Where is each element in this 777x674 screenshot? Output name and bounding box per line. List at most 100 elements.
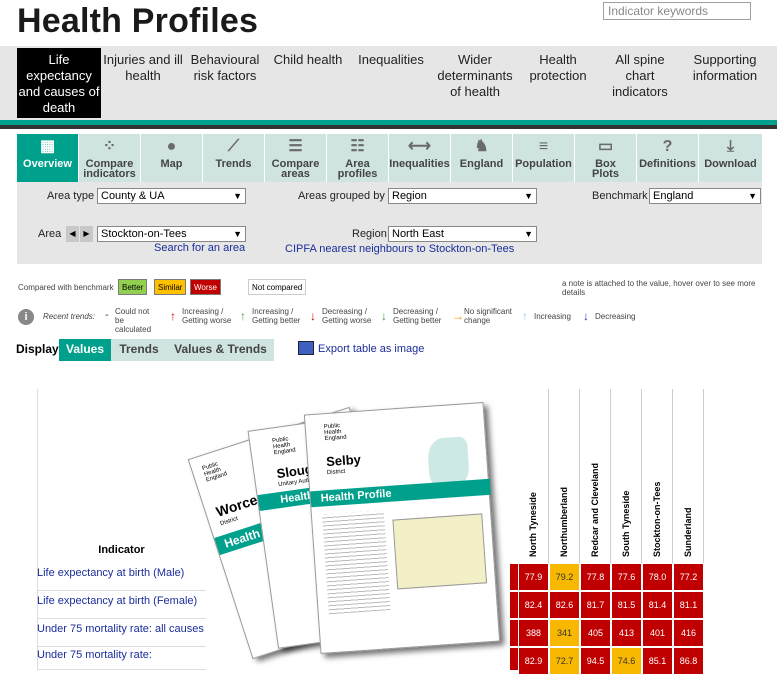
question-icon: ? <box>662 138 673 155</box>
value-cell[interactable]: 405 <box>581 620 610 646</box>
value-cell[interactable]: 81.4 <box>643 592 672 618</box>
value-cell[interactable]: 413 <box>612 620 641 646</box>
area-column-label: Sunderland <box>683 507 693 557</box>
value-cell[interactable]: 77.9 <box>519 564 548 590</box>
indicator-search-input[interactable]: Indicator keywords <box>603 2 751 20</box>
display-label: Display <box>16 342 59 356</box>
nav-item-child-health[interactable]: Child health <box>267 52 349 68</box>
table-row[interactable]: Under 75 mortality rate: all causes <box>37 619 206 647</box>
value-cell[interactable]: 388 <box>519 620 548 646</box>
tab-inequalities[interactable]: ⟷ Inequalities <box>389 134 450 182</box>
image-icon[interactable] <box>298 341 314 355</box>
value-cell[interactable]: 74.6 <box>612 648 641 674</box>
trend-legend-item: ↓ Decreasing / Getting worse <box>310 307 372 325</box>
note-legend: a note is attached to the value, hover o… <box>562 279 756 297</box>
arrow-down-green-icon: ↓ <box>381 309 387 323</box>
area-column-label: Northumberland <box>559 486 569 557</box>
area-column-header[interactable]: South Tyneside <box>611 389 642 563</box>
england-icon: ♞ <box>474 138 489 155</box>
table-row[interactable]: Life expectancy at birth (Female) <box>37 591 206 619</box>
display-trends-button[interactable]: Trends <box>111 339 167 361</box>
table-row[interactable]: Life expectancy at birth (Male) <box>37 563 206 591</box>
benchmark-select[interactable]: England ▼ <box>649 188 761 204</box>
header: Health Profiles Indicator keywords <box>0 0 777 46</box>
tab-trends[interactable]: ⟋ Trends <box>203 134 264 182</box>
tab-area-profiles[interactable]: ☷ Area profiles <box>327 134 388 182</box>
nav-item-inequalities[interactable]: Inequalities <box>352 52 430 68</box>
area-column-header[interactable]: Northumberland <box>549 389 580 563</box>
tab-england[interactable]: ♞ England <box>451 134 512 182</box>
tab-box-plots[interactable]: ▭ Box Plots <box>575 134 636 182</box>
nav-item-all-spine[interactable]: All spine chart indicators <box>604 52 676 100</box>
value-cell[interactable]: 77.6 <box>612 564 641 590</box>
area-column-header[interactable]: Stockton-on-Tees <box>642 389 673 563</box>
value-cell[interactable]: 78.0 <box>643 564 672 590</box>
nav-item-injuries[interactable]: Injuries and ill health <box>101 52 185 84</box>
area-column-header[interactable]: Redcar and Cleveland <box>580 389 611 563</box>
value-cell[interactable]: 86.8 <box>674 648 703 674</box>
tab-definitions[interactable]: ? Definitions <box>637 134 698 182</box>
trend-legend-item: ↓ Decreasing <box>583 309 636 323</box>
pin-icon: ● <box>166 138 177 155</box>
cipfa-link[interactable]: CIPFA nearest neighbours to Stockton-on-… <box>285 243 514 255</box>
value-cell[interactable]: 94.5 <box>581 648 610 674</box>
download-icon: ⤓ <box>726 138 735 155</box>
value-cell[interactable]: 81.1 <box>674 592 703 618</box>
nav-item-life-expectancy[interactable]: Life expectancy and causes of death <box>17 48 101 118</box>
nav-item-behavioural[interactable]: Behavioural risk factors <box>187 52 263 84</box>
previous-area-button[interactable]: ◀ <box>66 226 79 242</box>
area-column-header[interactable]: Sunderland <box>673 389 704 563</box>
grid-icon: ▦ <box>39 138 56 155</box>
value-cell[interactable]: 82.6 <box>550 592 579 618</box>
table-row[interactable]: Under 75 mortality rate: <box>37 645 206 670</box>
tab-population[interactable]: ≡ Population <box>513 134 574 182</box>
display-values-button[interactable]: Values <box>59 339 111 361</box>
value-cell[interactable]: 81.7 <box>581 592 610 618</box>
value-cell[interactable]: 82.9 <box>519 648 548 674</box>
area-label: Area <box>38 228 62 240</box>
value-cell[interactable]: 85.1 <box>643 648 672 674</box>
info-icon[interactable]: i <box>18 309 34 325</box>
legend-better: Better <box>118 279 148 295</box>
area-column-header[interactable]: North Tyneside <box>518 389 549 563</box>
value-cell[interactable]: 82.4 <box>519 592 548 618</box>
area-type-label: Area type <box>47 190 95 202</box>
area-select[interactable]: Stockton-on-Tees ▼ <box>97 226 246 242</box>
arrow-right-orange-icon: → <box>452 309 464 323</box>
areas-grouped-select[interactable]: Region ▼ <box>388 188 537 204</box>
nav-item-wider-determinants[interactable]: Wider determinants of health <box>434 52 516 100</box>
arrow-down-darkblue-icon: ↓ <box>583 309 589 323</box>
filter-panel: Area type County & UA ▼ Areas grouped by … <box>17 182 762 264</box>
value-cell[interactable]: 77.8 <box>581 564 610 590</box>
domain-nav: Life expectancy and causes of death Inju… <box>0 46 777 120</box>
arrow-up-lightblue-icon: ↑ <box>522 309 528 323</box>
value-cell[interactable]: 416 <box>674 620 703 646</box>
area-column-label: Stockton-on-Tees <box>652 481 662 557</box>
next-area-button[interactable]: ▶ <box>80 226 93 242</box>
arrow-up-green-icon: ↑ <box>240 309 246 323</box>
value-cell[interactable]: 77.2 <box>674 564 703 590</box>
recent-trends-label: Recent trends: <box>43 312 96 321</box>
region-select[interactable]: North East ▼ <box>388 226 537 242</box>
chevron-down-icon: ▼ <box>233 191 242 201</box>
text-lines-icon <box>321 510 391 615</box>
value-cell[interactable]: 81.5 <box>612 592 641 618</box>
tab-download[interactable]: ⤓ Download <box>699 134 762 182</box>
cell-strip <box>510 648 518 670</box>
area-type-select[interactable]: County & UA ▼ <box>97 188 246 204</box>
search-area-link[interactable]: Search for an area <box>154 242 245 254</box>
value-cell[interactable]: 72.7 <box>550 648 579 674</box>
value-cell[interactable]: 341 <box>550 620 579 646</box>
dash-icon: - <box>105 309 109 321</box>
value-cell[interactable]: 79.2 <box>550 564 579 590</box>
display-values-trends-button[interactable]: Values & Trends <box>167 339 274 361</box>
export-table-link[interactable]: Export table as image <box>318 343 424 355</box>
site-title[interactable]: Health Profiles <box>17 2 258 41</box>
tab-compare-indicators[interactable]: ⁘ Compare indicators <box>79 134 140 182</box>
tab-overview[interactable]: ▦ Overview <box>17 134 78 182</box>
tab-map[interactable]: ● Map <box>141 134 202 182</box>
nav-item-health-protection[interactable]: Health protection <box>524 52 592 84</box>
value-cell[interactable]: 401 <box>643 620 672 646</box>
nav-item-supporting-info[interactable]: Supporting information <box>686 52 764 84</box>
tab-compare-areas[interactable]: ☰ Compare areas <box>265 134 326 182</box>
